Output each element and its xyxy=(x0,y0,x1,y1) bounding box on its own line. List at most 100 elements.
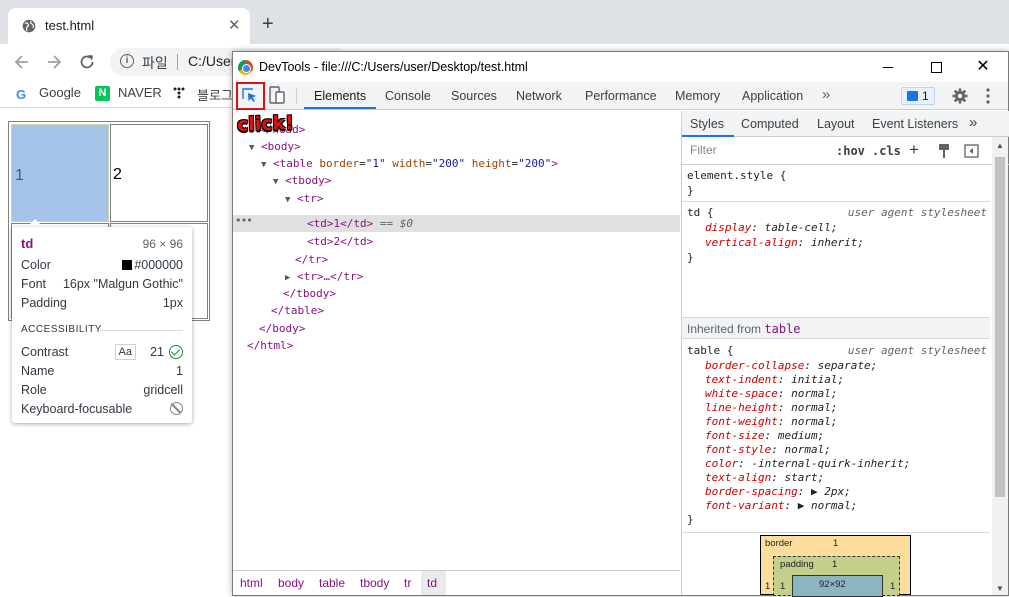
expand-triangle-icon[interactable]: ▼ xyxy=(285,195,290,205)
issues-button[interactable]: 1 xyxy=(901,87,935,105)
tab-event-listeners[interactable]: Event Listeners xyxy=(872,117,958,131)
kebab-menu-icon[interactable] xyxy=(981,87,995,105)
rule-element-style[interactable]: element.style { } xyxy=(682,169,990,203)
dom-node-tbody[interactable]: ▼ <tbody> xyxy=(273,172,331,189)
tooltip-row-role: Role gridcell xyxy=(21,383,183,397)
hov-toggle[interactable]: :hov xyxy=(836,144,865,158)
paint-brush-icon[interactable] xyxy=(937,143,951,159)
active-tab-indicator xyxy=(304,107,376,109)
more-tabs-icon[interactable]: » xyxy=(822,86,830,103)
prop-color[interactable]: color: -internal-quirk-inherit; xyxy=(705,457,910,471)
dom-node-tbody-close[interactable]: </tbody> xyxy=(283,285,336,302)
browser-tab[interactable]: test.html ✕ xyxy=(8,8,250,44)
prop-border-collapse[interactable]: border-collapse: separate; xyxy=(705,359,877,373)
breadcrumb-td[interactable]: td xyxy=(427,576,437,590)
prop-border-spacing[interactable]: border-spacing: ▶ 2px; xyxy=(705,485,851,499)
expand-triangle-icon[interactable]: ▼ xyxy=(273,177,278,187)
collapsed-triangle-icon[interactable]: ▶ xyxy=(285,273,290,283)
dom-node-tr-collapsed[interactable]: ▶ <tr>…</tr> xyxy=(285,268,363,285)
reload-icon[interactable] xyxy=(77,52,97,72)
scroll-down-icon[interactable]: ▼ xyxy=(996,584,1004,593)
tab-close-icon[interactable]: ✕ xyxy=(228,16,241,34)
prop-font-weight[interactable]: font-weight: normal; xyxy=(705,415,837,429)
prop-text-indent[interactable]: text-indent: initial; xyxy=(705,373,844,387)
toolbar-divider xyxy=(296,88,297,104)
breadcrumb-tr[interactable]: tr xyxy=(404,576,411,590)
tab-network[interactable]: Network xyxy=(516,89,562,103)
scroll-up-icon[interactable]: ▲ xyxy=(996,141,1004,150)
dom-node-td-1[interactable]: <td>1</td> == $0 xyxy=(307,215,413,232)
tab-sources[interactable]: Sources xyxy=(451,89,497,103)
dom-node-td-2[interactable]: <td>2</td> xyxy=(307,233,373,250)
gear-icon[interactable] xyxy=(952,88,968,104)
prop-text-align[interactable]: text-align: start; xyxy=(705,471,824,485)
maximize-button[interactable] xyxy=(926,57,946,77)
browser-tabstrip: test.html ✕ + xyxy=(0,0,1009,44)
more-sidebar-tabs-icon[interactable]: » xyxy=(969,114,977,131)
tab-console[interactable]: Console xyxy=(385,89,431,103)
info-icon[interactable]: i xyxy=(120,54,134,68)
breadcrumb-tbody[interactable]: tbody xyxy=(360,576,389,590)
selected-node-row[interactable] xyxy=(233,215,680,232)
box-model-content[interactable]: 92×92 xyxy=(792,575,883,597)
table-cell-2[interactable]: 2 xyxy=(110,124,208,222)
minimize-button[interactable] xyxy=(878,57,898,77)
prop-display[interactable]: display: table-cell; xyxy=(705,221,837,235)
dom-node-tr-close[interactable]: </tr> xyxy=(295,251,328,268)
cls-toggle[interactable]: .cls xyxy=(872,144,901,158)
rule-td[interactable]: td { user agent stylesheet display: tabl… xyxy=(682,206,990,316)
tooltip-row-name: Name 1 xyxy=(21,364,183,378)
table-cell-1[interactable]: 1 xyxy=(12,125,108,221)
tab-layout[interactable]: Layout xyxy=(817,117,855,131)
bookmark-blog[interactable]: 블로그 xyxy=(197,85,233,104)
dom-node-table-close[interactable]: </table> xyxy=(271,302,324,319)
issues-count: 1 xyxy=(922,89,929,103)
styles-scrollbar[interactable]: ▲ ▼ xyxy=(992,137,1008,595)
bookmark-naver[interactable]: NAVER xyxy=(118,85,162,100)
styles-filter-input[interactable]: Filter xyxy=(687,141,825,160)
rule-table[interactable]: table { user agent stylesheet border-col… xyxy=(682,344,990,534)
back-arrow-icon[interactable] xyxy=(12,52,32,72)
breadcrumb-body[interactable]: body xyxy=(278,576,304,590)
message-icon xyxy=(907,91,918,101)
scroll-thumb[interactable] xyxy=(995,157,1005,497)
tab-performance[interactable]: Performance xyxy=(585,89,657,103)
dom-node-body-close[interactable]: </body> xyxy=(259,320,305,337)
computed-sidebar-icon[interactable] xyxy=(964,144,979,158)
new-tab-button[interactable]: + xyxy=(262,14,274,34)
prop-font-variant[interactable]: font-variant: ▶ normal; xyxy=(705,499,857,513)
box-model-border[interactable]: border 1 1 padding 1 1 1 92×92 xyxy=(760,535,911,597)
new-rule-plus-icon[interactable]: + xyxy=(909,140,919,160)
tab-computed[interactable]: Computed xyxy=(741,117,799,131)
tab-memory[interactable]: Memory xyxy=(675,89,720,103)
prop-line-height[interactable]: line-height: normal; xyxy=(705,401,837,415)
expand-triangle-icon[interactable]: ▼ xyxy=(261,160,266,170)
expand-triangle-icon[interactable]: ▼ xyxy=(249,143,254,153)
device-toolbar-icon[interactable] xyxy=(269,86,285,104)
devtools-titlebar: DevTools - file:///C:/Users/user/Desktop… xyxy=(233,52,1008,82)
naver-logo-icon: N xyxy=(95,86,110,101)
prop-font-style[interactable]: font-style: normal; xyxy=(705,443,831,457)
prop-vertical-align[interactable]: vertical-align: inherit; xyxy=(705,236,864,250)
omnibox-divider xyxy=(177,54,178,70)
blog-logo-icon xyxy=(173,87,185,99)
inherited-from-link[interactable]: table xyxy=(764,322,800,336)
node-actions-icon[interactable]: ••• xyxy=(235,214,253,227)
tab-application[interactable]: Application xyxy=(742,89,803,103)
tab-styles[interactable]: Styles xyxy=(690,117,724,131)
omnibox-url[interactable]: C:/User xyxy=(188,53,235,69)
box-model-padding[interactable]: padding 1 1 1 92×92 xyxy=(773,556,900,597)
bookmark-google[interactable]: Google xyxy=(39,85,81,100)
prop-font-size[interactable]: font-size: medium; xyxy=(705,429,824,443)
tab-elements[interactable]: Elements xyxy=(314,89,366,103)
breadcrumb-html[interactable]: html xyxy=(240,576,263,590)
forward-arrow-icon[interactable] xyxy=(44,52,64,72)
close-window-button[interactable]: ✕ xyxy=(973,57,993,77)
dom-node-table[interactable]: ▼ <table border="1" width="200" height="… xyxy=(261,155,558,172)
breadcrumb-table[interactable]: table xyxy=(319,576,345,590)
dom-node-html-close[interactable]: </html> xyxy=(247,337,293,354)
dom-node-body[interactable]: ▼ <body> xyxy=(249,138,301,155)
dom-node-tr[interactable]: ▼ <tr> xyxy=(285,190,324,207)
prop-white-space[interactable]: white-space: normal; xyxy=(705,387,837,401)
omnibox-scheme-label: 파일 xyxy=(142,55,168,71)
